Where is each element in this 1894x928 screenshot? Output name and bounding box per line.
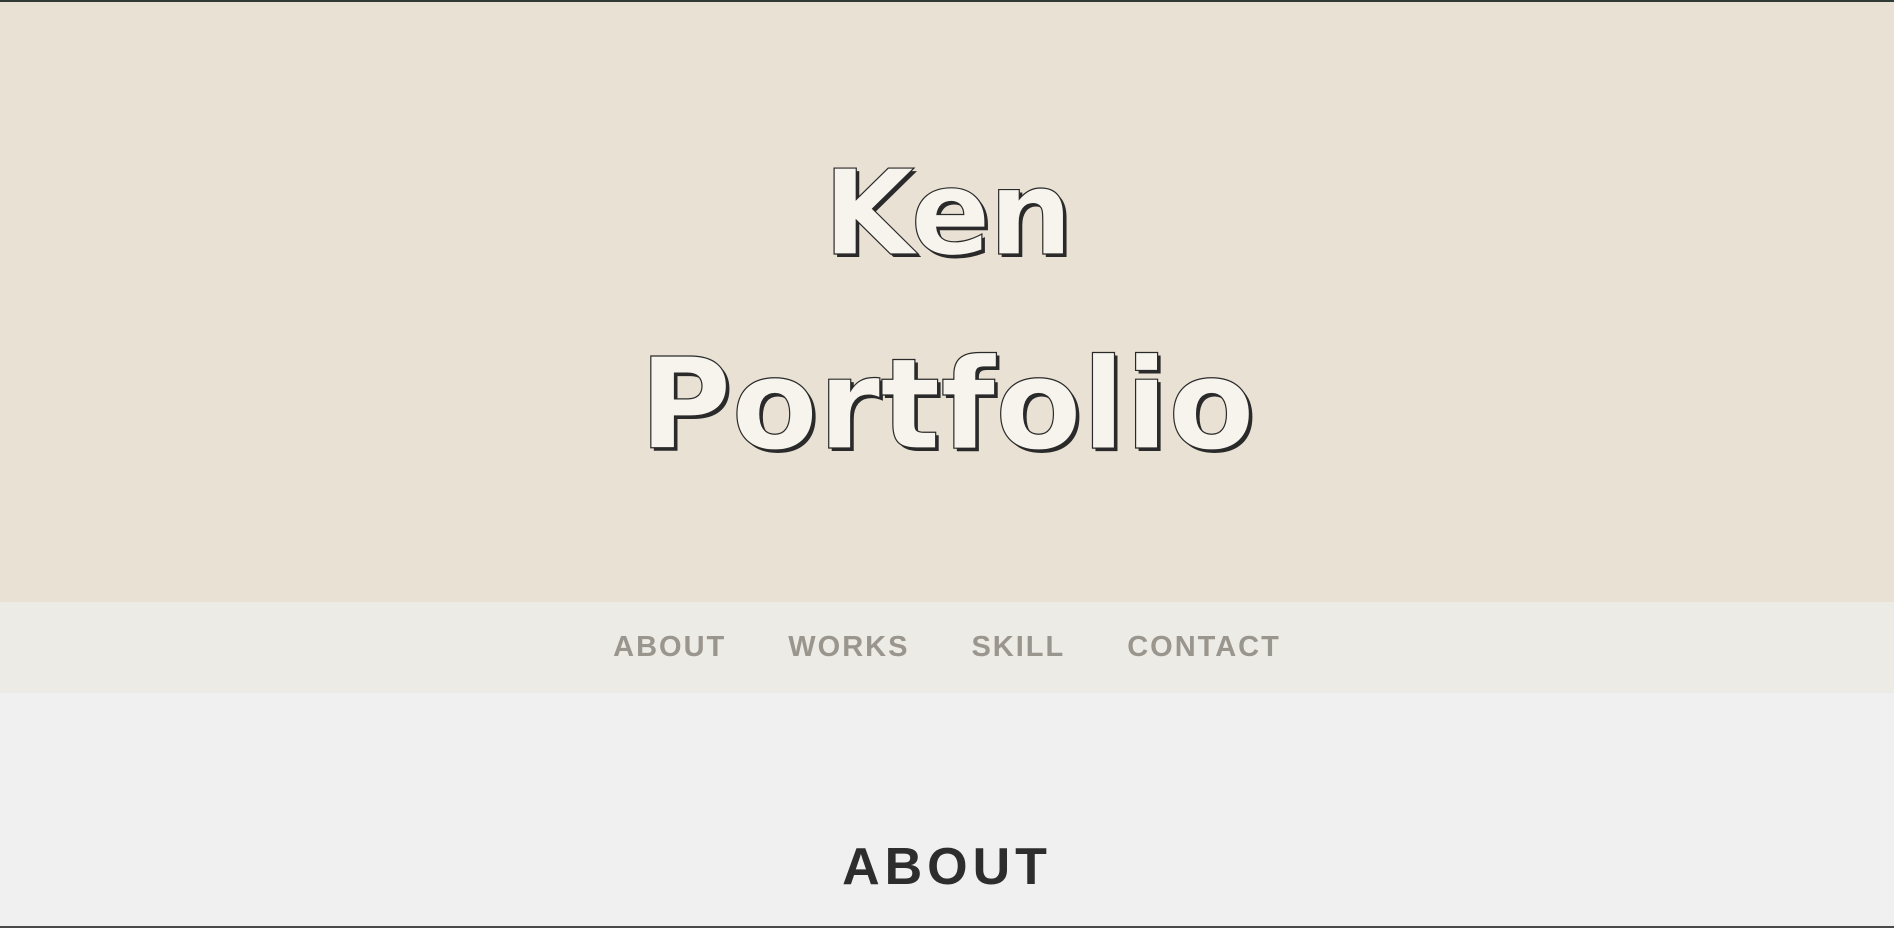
hero-header: Ken Portfolio [0,2,1894,602]
about-section-title: ABOUT [842,838,1052,896]
page: Ken Portfolio ABOUT WORKS SKILL CONTACT … [0,0,1894,928]
main-nav: ABOUT WORKS SKILL CONTACT [0,602,1894,693]
hero-name: Ken [823,144,1074,282]
hero-subtitle: Portfolio [639,331,1256,478]
nav-item-contact[interactable]: CONTACT [1125,627,1283,668]
nav-item-skill[interactable]: SKILL [969,627,1067,668]
nav-item-about[interactable]: ABOUT [611,627,728,668]
nav-item-works[interactable]: WORKS [786,627,911,668]
nav-list: ABOUT WORKS SKILL CONTACT [0,602,1894,693]
about-section: ABOUT [0,693,1894,928]
